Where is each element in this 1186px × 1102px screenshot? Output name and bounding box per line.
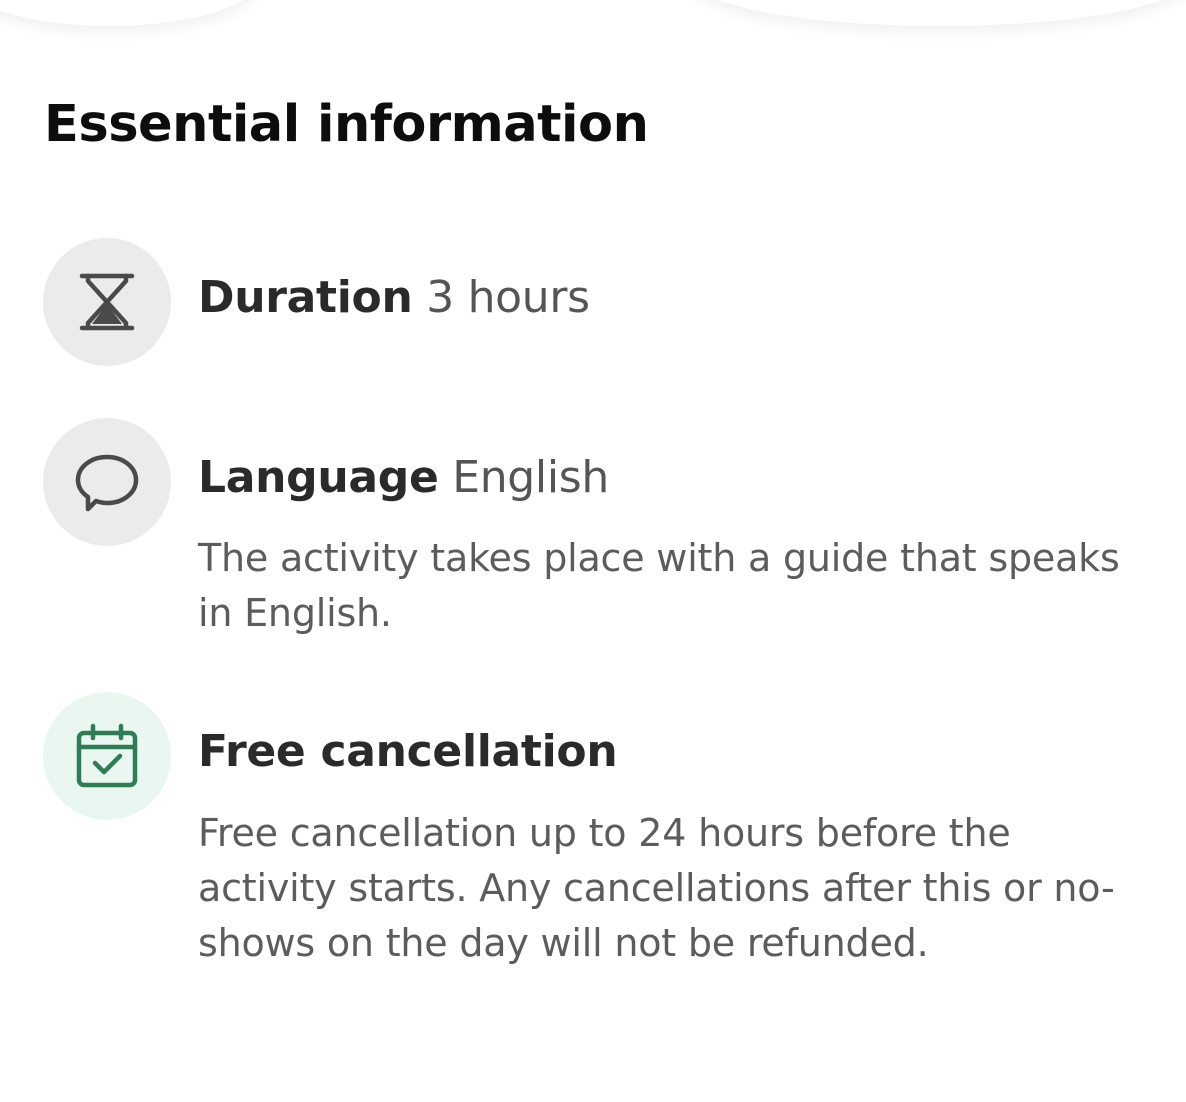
icon-circle bbox=[43, 692, 171, 820]
duration-label: Duration bbox=[198, 272, 413, 323]
duration-heading: Duration 3 hours bbox=[198, 270, 590, 326]
free-cancellation-description: Free cancellation up to 24 hours before … bbox=[198, 811, 1115, 965]
speech-bubble-icon bbox=[75, 454, 139, 512]
duration-value: 3 hours bbox=[426, 272, 590, 323]
top-card-edge-right bbox=[690, 0, 1186, 26]
free-cancellation-heading: Free cancellation bbox=[198, 724, 618, 780]
calendar-check-icon bbox=[76, 723, 138, 788]
icon-circle bbox=[43, 418, 171, 546]
section-title: Essential information bbox=[44, 95, 649, 154]
language-heading: Language English bbox=[198, 450, 609, 506]
hourglass-icon bbox=[79, 273, 135, 331]
top-card-edge-left bbox=[0, 0, 260, 26]
free-cancellation-label: Free cancellation bbox=[198, 726, 618, 777]
language-label: Language bbox=[198, 452, 439, 503]
icon-circle bbox=[43, 238, 171, 366]
language-description: The activity takes place with a guide th… bbox=[198, 536, 1120, 635]
language-value: English bbox=[452, 452, 609, 503]
